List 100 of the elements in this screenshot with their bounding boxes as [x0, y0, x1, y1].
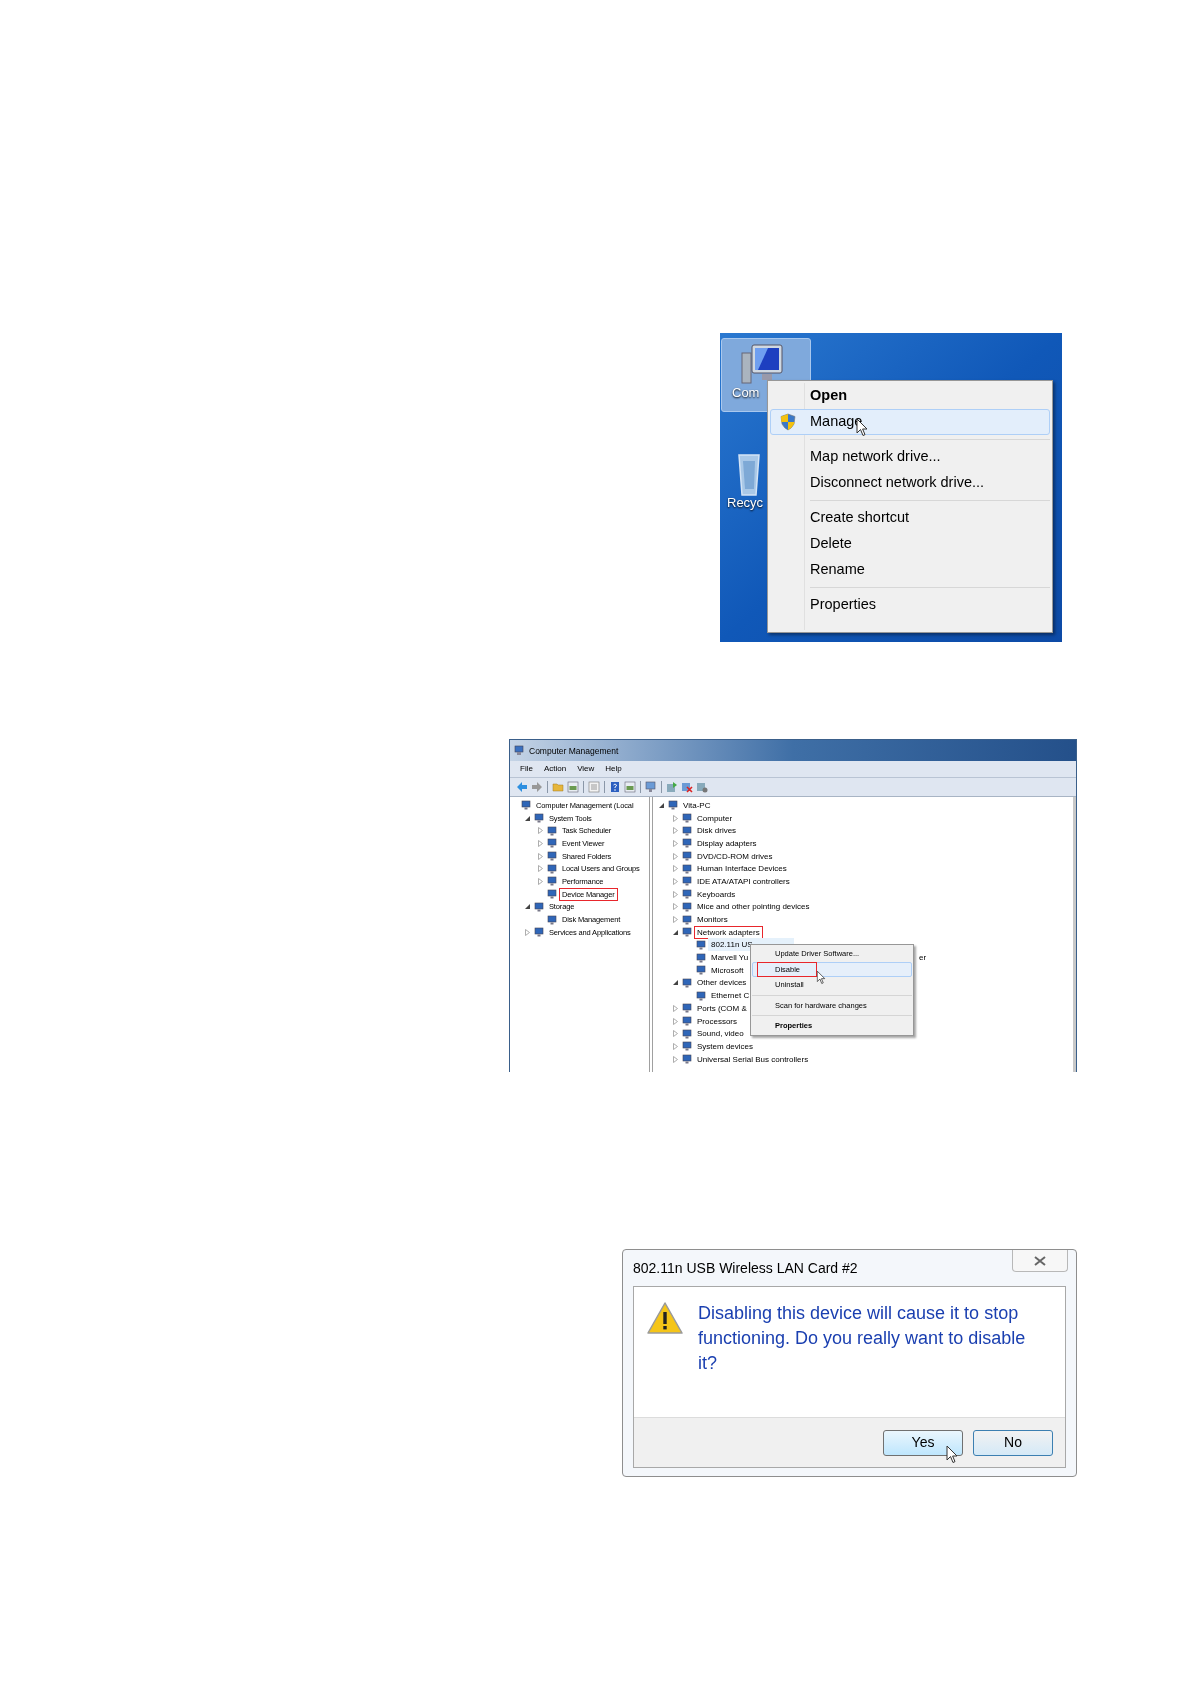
collapsed-arrow-icon[interactable]	[538, 839, 543, 847]
tree-item[interactable]: Other devices	[694, 976, 750, 990]
monitor-icon	[682, 838, 692, 849]
monitor-icon	[682, 825, 692, 836]
menu-item[interactable]: Delete	[770, 531, 1050, 557]
collapsed-arrow-icon[interactable]	[673, 903, 678, 911]
expanded-arrow-icon[interactable]	[525, 815, 530, 821]
update-icon[interactable]	[666, 781, 678, 793]
monitor-icon	[696, 965, 706, 976]
monitor-icon	[696, 939, 706, 950]
collapsed-arrow-icon[interactable]	[673, 890, 678, 898]
help-icon[interactable]	[609, 781, 621, 793]
menu-item[interactable]: Create shortcut	[770, 505, 1050, 531]
tree-item[interactable]: Marvell Yu	[708, 951, 752, 965]
collapsed-arrow-icon[interactable]	[673, 852, 678, 860]
monitor-icon	[682, 1041, 692, 1052]
monitor-icon	[682, 813, 692, 824]
tree-item[interactable]: Disk drives	[694, 824, 740, 838]
collapsed-arrow-icon[interactable]	[538, 827, 543, 835]
download-icon[interactable]	[696, 781, 708, 793]
monitor-icon	[682, 1003, 692, 1014]
monitor-icon[interactable]	[645, 781, 657, 793]
forward-arrow-icon[interactable]	[531, 781, 543, 793]
panel-icon[interactable]	[567, 781, 579, 793]
monitor-icon	[534, 901, 544, 912]
collapsed-arrow-icon[interactable]	[673, 916, 678, 924]
menu-item[interactable]: Disconnect network drive...	[770, 470, 1050, 496]
menu-bar-item[interactable]: File	[520, 764, 533, 774]
collapsed-arrow-icon[interactable]	[673, 1030, 678, 1038]
monitor-icon	[682, 927, 692, 938]
monitor-icon	[682, 901, 692, 912]
expanded-arrow-icon[interactable]	[673, 980, 678, 986]
tree-item[interactable]: er	[919, 952, 927, 964]
tree-item[interactable]: IDE ATA/ATAPI controllers	[694, 874, 793, 888]
tree-item[interactable]: Display adapters	[694, 836, 760, 850]
collapsed-arrow-icon[interactable]	[538, 865, 543, 873]
monitor-icon	[668, 800, 678, 811]
tree-item[interactable]: Sound, video	[694, 1027, 747, 1041]
monitor-icon	[682, 914, 692, 925]
collapsed-arrow-icon[interactable]	[538, 877, 543, 885]
menu-bar-item[interactable]: Action	[543, 764, 567, 774]
window-title: Computer Management	[529, 745, 619, 756]
monitor-icon	[682, 977, 692, 988]
computer-icon	[514, 745, 525, 756]
collapsed-arrow-icon[interactable]	[673, 1017, 678, 1025]
tree-item[interactable]: System devices	[694, 1039, 757, 1053]
collapsed-arrow-icon[interactable]	[673, 1042, 678, 1050]
monitor-icon	[682, 1054, 692, 1065]
collapsed-arrow-icon[interactable]	[673, 1055, 678, 1063]
monitor-icon	[682, 1028, 692, 1039]
monitor-icon	[547, 838, 557, 849]
expanded-arrow-icon[interactable]	[525, 904, 530, 910]
collapsed-arrow-icon[interactable]	[673, 1004, 678, 1012]
menu-bar-item[interactable]: Help	[605, 764, 622, 774]
close-button[interactable]	[1012, 1250, 1068, 1272]
tree-item[interactable]: Ethernet C	[708, 989, 753, 1003]
tree-item[interactable]: Monitors	[694, 913, 731, 927]
expanded-arrow-icon[interactable]	[673, 929, 678, 935]
tree-item[interactable]: Human Interface Devices	[694, 862, 790, 876]
tree-item[interactable]: DVD/CD-ROM drives	[694, 849, 776, 863]
list-icon[interactable]	[588, 781, 600, 793]
collapsed-arrow-icon[interactable]	[673, 839, 678, 847]
collapsed-arrow-icon[interactable]	[673, 827, 678, 835]
monitor-icon	[547, 889, 557, 900]
collapsed-arrow-icon[interactable]	[538, 852, 543, 860]
tree-item[interactable]: Processors	[694, 1014, 740, 1028]
expanded-arrow-icon[interactable]	[659, 802, 664, 808]
tree-item[interactable]: Keyboards	[694, 887, 739, 901]
cursor-icon	[816, 969, 826, 985]
monitor-icon	[696, 952, 706, 963]
collapsed-arrow-icon[interactable]	[673, 814, 678, 822]
warning-icon	[646, 1301, 684, 1335]
monitor-icon	[696, 990, 706, 1001]
panel-icon[interactable]	[624, 781, 636, 793]
monitor-icon	[682, 851, 692, 862]
monitor-icon	[521, 800, 531, 811]
tree-item[interactable]: Vita-PC	[680, 798, 714, 812]
collapsed-arrow-icon[interactable]	[673, 865, 678, 873]
tree-item[interactable]: Universal Serial Bus controllers	[694, 1052, 812, 1066]
back-arrow-icon[interactable]	[516, 781, 528, 793]
menu-bar-item[interactable]: View	[577, 764, 595, 774]
collapsed-arrow-icon[interactable]	[525, 928, 530, 936]
menu-item[interactable]: Rename	[770, 557, 1050, 583]
delete-icon[interactable]	[681, 781, 693, 793]
tree-item[interactable]: Ports (COM &	[694, 1001, 750, 1015]
monitor-icon	[682, 1016, 692, 1027]
dialog-message: Disabling this device will cause it to stop functioning. Do you really want to disable it?	[698, 1302, 1027, 1375]
menu-item[interactable]: Properties	[770, 592, 1050, 618]
tree-item[interactable]: Mice and other pointing devices	[694, 900, 813, 914]
dialog-button[interactable]: No	[973, 1429, 1053, 1456]
tree-item[interactable]: Microsoft	[708, 963, 747, 977]
collapsed-arrow-icon[interactable]	[673, 877, 678, 885]
monitor-icon	[534, 813, 544, 824]
folder-icon[interactable]	[552, 781, 564, 793]
computer-icon	[740, 341, 784, 387]
cursor-icon	[946, 1444, 958, 1464]
menu-item[interactable]: Manage	[770, 409, 1050, 435]
menu-item[interactable]: Map network drive...	[770, 444, 1050, 470]
tree-item[interactable]: Computer	[694, 811, 736, 825]
monitor-icon	[682, 863, 692, 874]
